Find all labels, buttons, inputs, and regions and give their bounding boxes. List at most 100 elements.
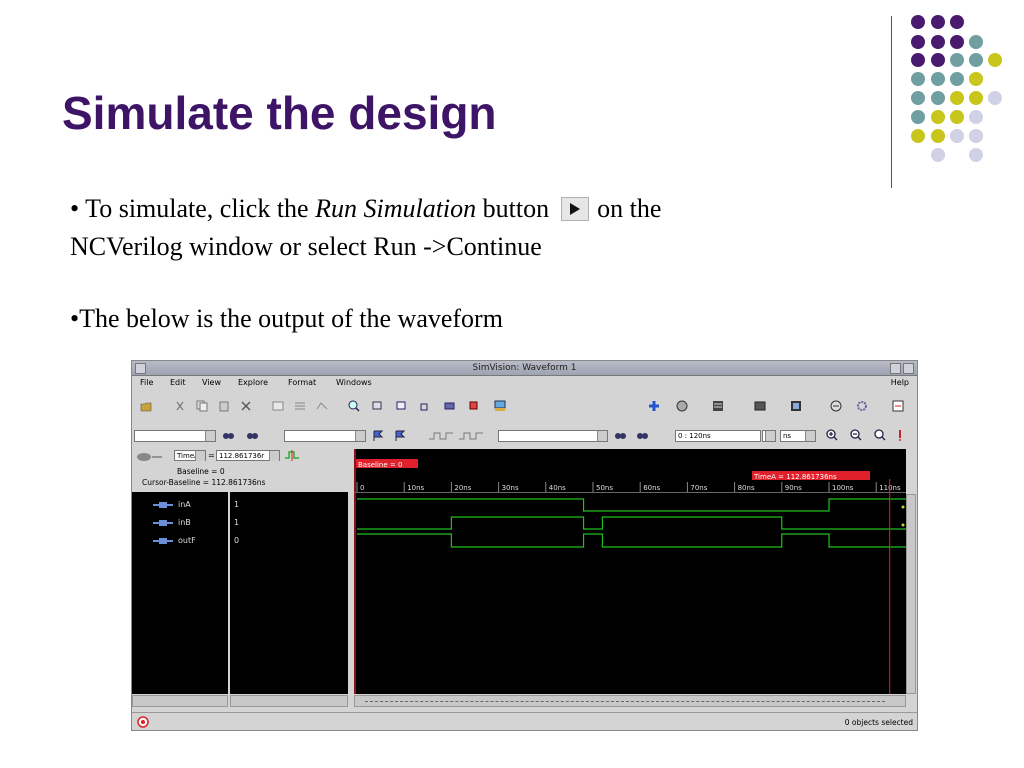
grid-icon[interactable]	[294, 400, 306, 412]
vertical-scrollbar[interactable]	[906, 494, 916, 694]
menu-explore[interactable]: Explore	[238, 378, 268, 387]
time-unit-select[interactable]: ns	[780, 430, 816, 442]
add-icon[interactable]	[648, 400, 660, 412]
search-next-icon[interactable]	[246, 430, 258, 442]
stop-icon[interactable]	[137, 716, 149, 728]
watch-icon[interactable]	[830, 400, 842, 412]
decorative-dot	[950, 91, 964, 105]
register-window-icon[interactable]	[790, 400, 802, 412]
cursor-header: TimeA = 112.861736r Baseline = 0 Cursor-…	[132, 449, 354, 491]
previous-edge-icon[interactable]	[428, 430, 454, 442]
bullet-waveform-output: •The below is the output of the waveform	[70, 304, 503, 333]
previous-marker-icon[interactable]	[372, 430, 384, 442]
open-icon[interactable]	[140, 400, 152, 412]
signal-row-outf[interactable]: outF	[132, 534, 228, 550]
decorative-dot	[988, 53, 1002, 67]
bullet1-middle: button	[476, 194, 550, 223]
value-select[interactable]	[498, 430, 608, 442]
zoom-fit-icon[interactable]	[874, 429, 886, 441]
time-tick-label: 40ns	[549, 484, 566, 492]
find-icon[interactable]	[272, 400, 284, 412]
search-backward-icon[interactable]	[614, 430, 626, 442]
zoom-cursor-icon[interactable]	[896, 429, 904, 441]
menu-format[interactable]: Format	[288, 378, 316, 387]
cursor-time-field[interactable]: 112.861736r	[216, 450, 280, 461]
decorative-dot	[969, 129, 983, 143]
menu-view[interactable]: View	[202, 378, 221, 387]
paste-icon[interactable]	[218, 400, 230, 412]
bullet1-emphasis: Run Simulation	[315, 194, 477, 223]
menu-help[interactable]: Help	[891, 378, 909, 387]
signal-row-ina[interactable]: inA	[132, 498, 228, 514]
time-range-field[interactable]: 0 : 120ns	[675, 430, 761, 442]
time-tick-label: 100ns	[832, 484, 854, 492]
decorative-dot	[911, 91, 925, 105]
cursor-tool-icon[interactable]	[136, 452, 164, 462]
decorative-dot	[931, 91, 945, 105]
minimize-button[interactable]	[890, 363, 901, 374]
decorative-dot	[950, 53, 964, 67]
time-range-dropdown[interactable]	[762, 430, 776, 442]
simulator-icon[interactable]	[676, 400, 688, 412]
time-unit-value: ns	[783, 432, 792, 440]
bullet1-line2: NCVerilog window or select Run ->Continu…	[70, 232, 542, 261]
group-select[interactable]	[134, 430, 216, 442]
decorative-dot	[931, 110, 945, 124]
next-marker-icon[interactable]	[394, 430, 406, 442]
send-to-icon[interactable]	[372, 400, 384, 412]
send-waveform-icon[interactable]	[494, 400, 506, 412]
decorative-dot	[950, 72, 964, 86]
next-edge-icon[interactable]	[458, 430, 484, 442]
gear-icon[interactable]	[856, 400, 868, 412]
signal-name-pane: inA inB outF	[132, 492, 228, 694]
value-pane-scrollbar[interactable]	[230, 695, 348, 707]
ruler-background	[354, 449, 906, 492]
zoom-out-icon[interactable]	[850, 429, 862, 441]
signal-row-inb[interactable]: inB	[132, 516, 228, 532]
time-tick-label: 90ns	[785, 484, 802, 492]
play-icon	[570, 203, 581, 216]
signal-icon	[153, 520, 173, 526]
time-tick-label: 10ns	[407, 484, 424, 492]
decorative-dot	[931, 129, 945, 143]
decorative-dot	[969, 53, 983, 67]
signal-name: inA	[178, 500, 191, 509]
decorative-dot	[911, 110, 925, 124]
decorative-dot	[911, 72, 925, 86]
maximize-button[interactable]	[903, 363, 914, 374]
search-previous-icon[interactable]	[222, 430, 234, 442]
send-design-icon[interactable]	[444, 400, 456, 412]
send-register-icon[interactable]	[468, 400, 480, 412]
waveform-scrollbar[interactable]	[354, 695, 906, 707]
waveform-ruler-icon[interactable]	[284, 449, 300, 462]
decorative-dot	[931, 148, 945, 162]
run-simulation-button[interactable]	[561, 197, 590, 222]
send-source-icon[interactable]	[396, 400, 408, 412]
design-browser-icon[interactable]	[712, 400, 724, 412]
menu-windows[interactable]: Windows	[336, 378, 372, 387]
trace-icon[interactable]	[892, 400, 904, 412]
zoom-search-icon[interactable]	[348, 400, 360, 412]
marker-select[interactable]	[284, 430, 366, 442]
waveform-canvas: Baseline = 0 TimeA = 112.861736ns 0 10ns 20n…	[354, 449, 906, 694]
send-schematic-icon[interactable]	[420, 400, 432, 412]
menu-edit[interactable]: Edit	[170, 378, 186, 387]
search-forward-icon[interactable]	[636, 430, 648, 442]
trace-inb	[357, 516, 906, 530]
cut-icon[interactable]	[174, 400, 186, 412]
cursor-select[interactable]: TimeA	[174, 450, 206, 461]
time-tick-label: 70ns	[690, 484, 707, 492]
menu-file[interactable]: File	[140, 378, 153, 387]
delete-icon[interactable]	[240, 400, 252, 412]
zoom-in-icon[interactable]	[826, 429, 838, 441]
waveform-pane[interactable]: Baseline = 0 TimeA = 112.861736ns 0 10ns 20n…	[354, 449, 906, 694]
schematic-icon[interactable]	[316, 400, 328, 412]
console-icon[interactable]	[754, 400, 766, 412]
window-titlebar: SimVision: Waveform 1	[132, 361, 917, 376]
name-pane-scrollbar[interactable]	[132, 695, 228, 707]
copy-icon[interactable]	[196, 400, 208, 412]
value-inb: 1	[234, 518, 240, 527]
decorative-dot	[931, 72, 945, 86]
status-text: 0 objects selected	[844, 718, 913, 727]
signal-name: outF	[178, 536, 196, 545]
